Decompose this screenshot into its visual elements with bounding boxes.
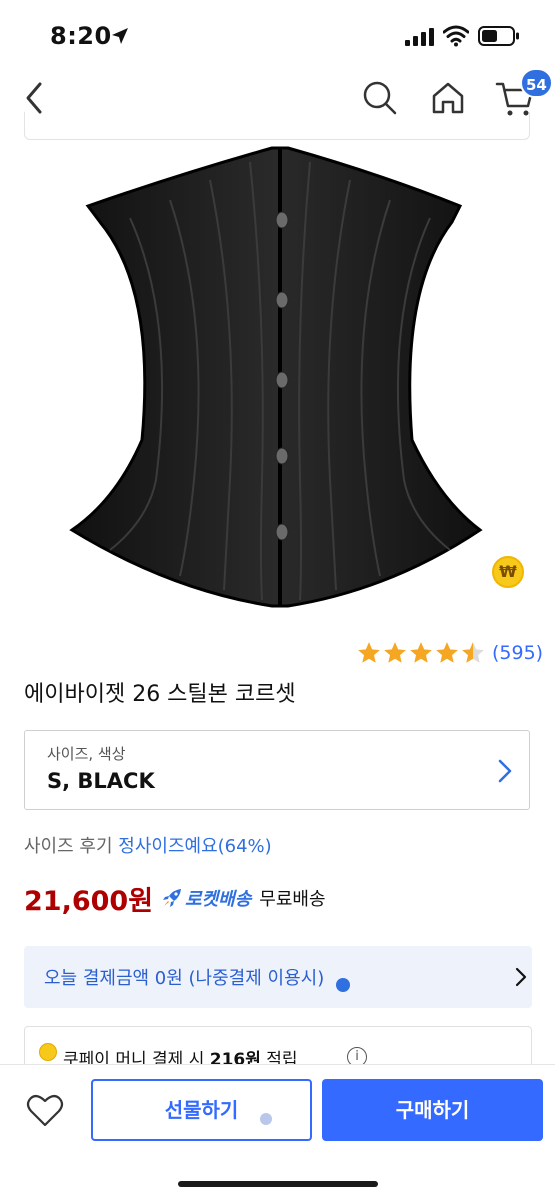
size-review[interactable]: 사이즈 후기 정사이즈예요(64%)	[24, 832, 272, 858]
rocket-icon	[163, 889, 182, 907]
product-page: 8:20 54 ₩ (595) 에이바이젯 26 스틸본 코르셋 사이즈, 색상…	[0, 0, 555, 1200]
product-title: 에이바이젯 26 스틸본 코르셋	[24, 682, 296, 707]
heart-icon[interactable]	[26, 1093, 64, 1129]
coin-icon	[39, 1043, 57, 1061]
cart-count-badge[interactable]: 54	[520, 68, 553, 98]
rating[interactable]: (595)	[356, 638, 543, 668]
option-label: 사이즈, 색상	[47, 745, 126, 763]
pay-later-text: 오늘 결제금액 0원 (나중결제 이용시)	[44, 968, 325, 989]
bottom-action-bar: 선물하기 구매하기	[0, 1064, 555, 1200]
review-count-link[interactable]: (595)	[492, 642, 543, 664]
gift-button[interactable]: 선물하기	[91, 1079, 312, 1141]
chevron-right-icon	[515, 967, 527, 987]
buy-button[interactable]: 구매하기	[322, 1079, 543, 1141]
cellular-signal-icon	[405, 28, 434, 46]
star-full-icon	[358, 642, 380, 663]
chevron-right-icon	[498, 759, 512, 783]
touch-indicator-dot	[336, 978, 350, 992]
pay-later-banner[interactable]: 오늘 결제금액 0원 (나중결제 이용시)	[24, 946, 532, 1008]
wifi-icon	[443, 25, 469, 47]
option-value: S, BLACK	[47, 769, 155, 793]
star-full-icon	[436, 642, 458, 663]
product-image[interactable]	[60, 140, 500, 610]
rocket-delivery-label: 로켓배송	[185, 889, 252, 910]
star-full-icon	[410, 642, 432, 663]
collapsed-card-edge	[24, 112, 530, 140]
battery-icon	[478, 26, 519, 46]
option-selector[interactable]: 사이즈, 색상 S, BLACK	[24, 730, 530, 810]
status-bar: 8:20	[0, 0, 555, 70]
price-row: 21,600원 로켓배송 무료배송	[24, 880, 326, 917]
home-indicator	[178, 1181, 378, 1187]
size-review-label: 사이즈 후기	[24, 836, 113, 857]
status-time: 8:20	[50, 22, 112, 50]
location-arrow-icon	[112, 28, 128, 44]
star-half-icon	[462, 642, 484, 663]
touch-indicator-dot	[260, 1113, 272, 1125]
star-full-icon	[384, 642, 406, 663]
won-coin-icon: ₩	[492, 556, 524, 588]
free-shipping-label: 무료배송	[259, 889, 326, 910]
price: 21,600원	[24, 885, 154, 917]
size-review-value: 정사이즈예요(64%)	[118, 836, 272, 857]
